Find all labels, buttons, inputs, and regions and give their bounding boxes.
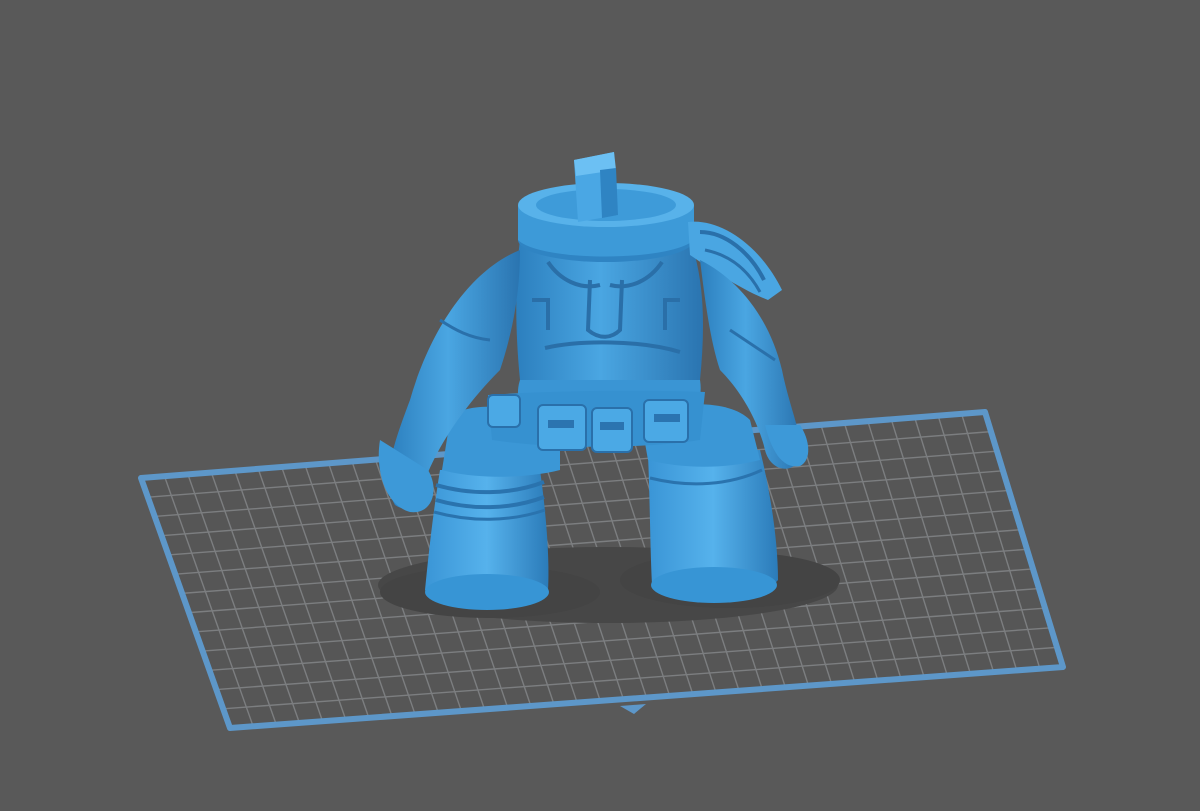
3d-viewport[interactable]	[0, 0, 1200, 811]
scene	[138, 152, 1066, 731]
plate-front-marker	[620, 704, 646, 714]
